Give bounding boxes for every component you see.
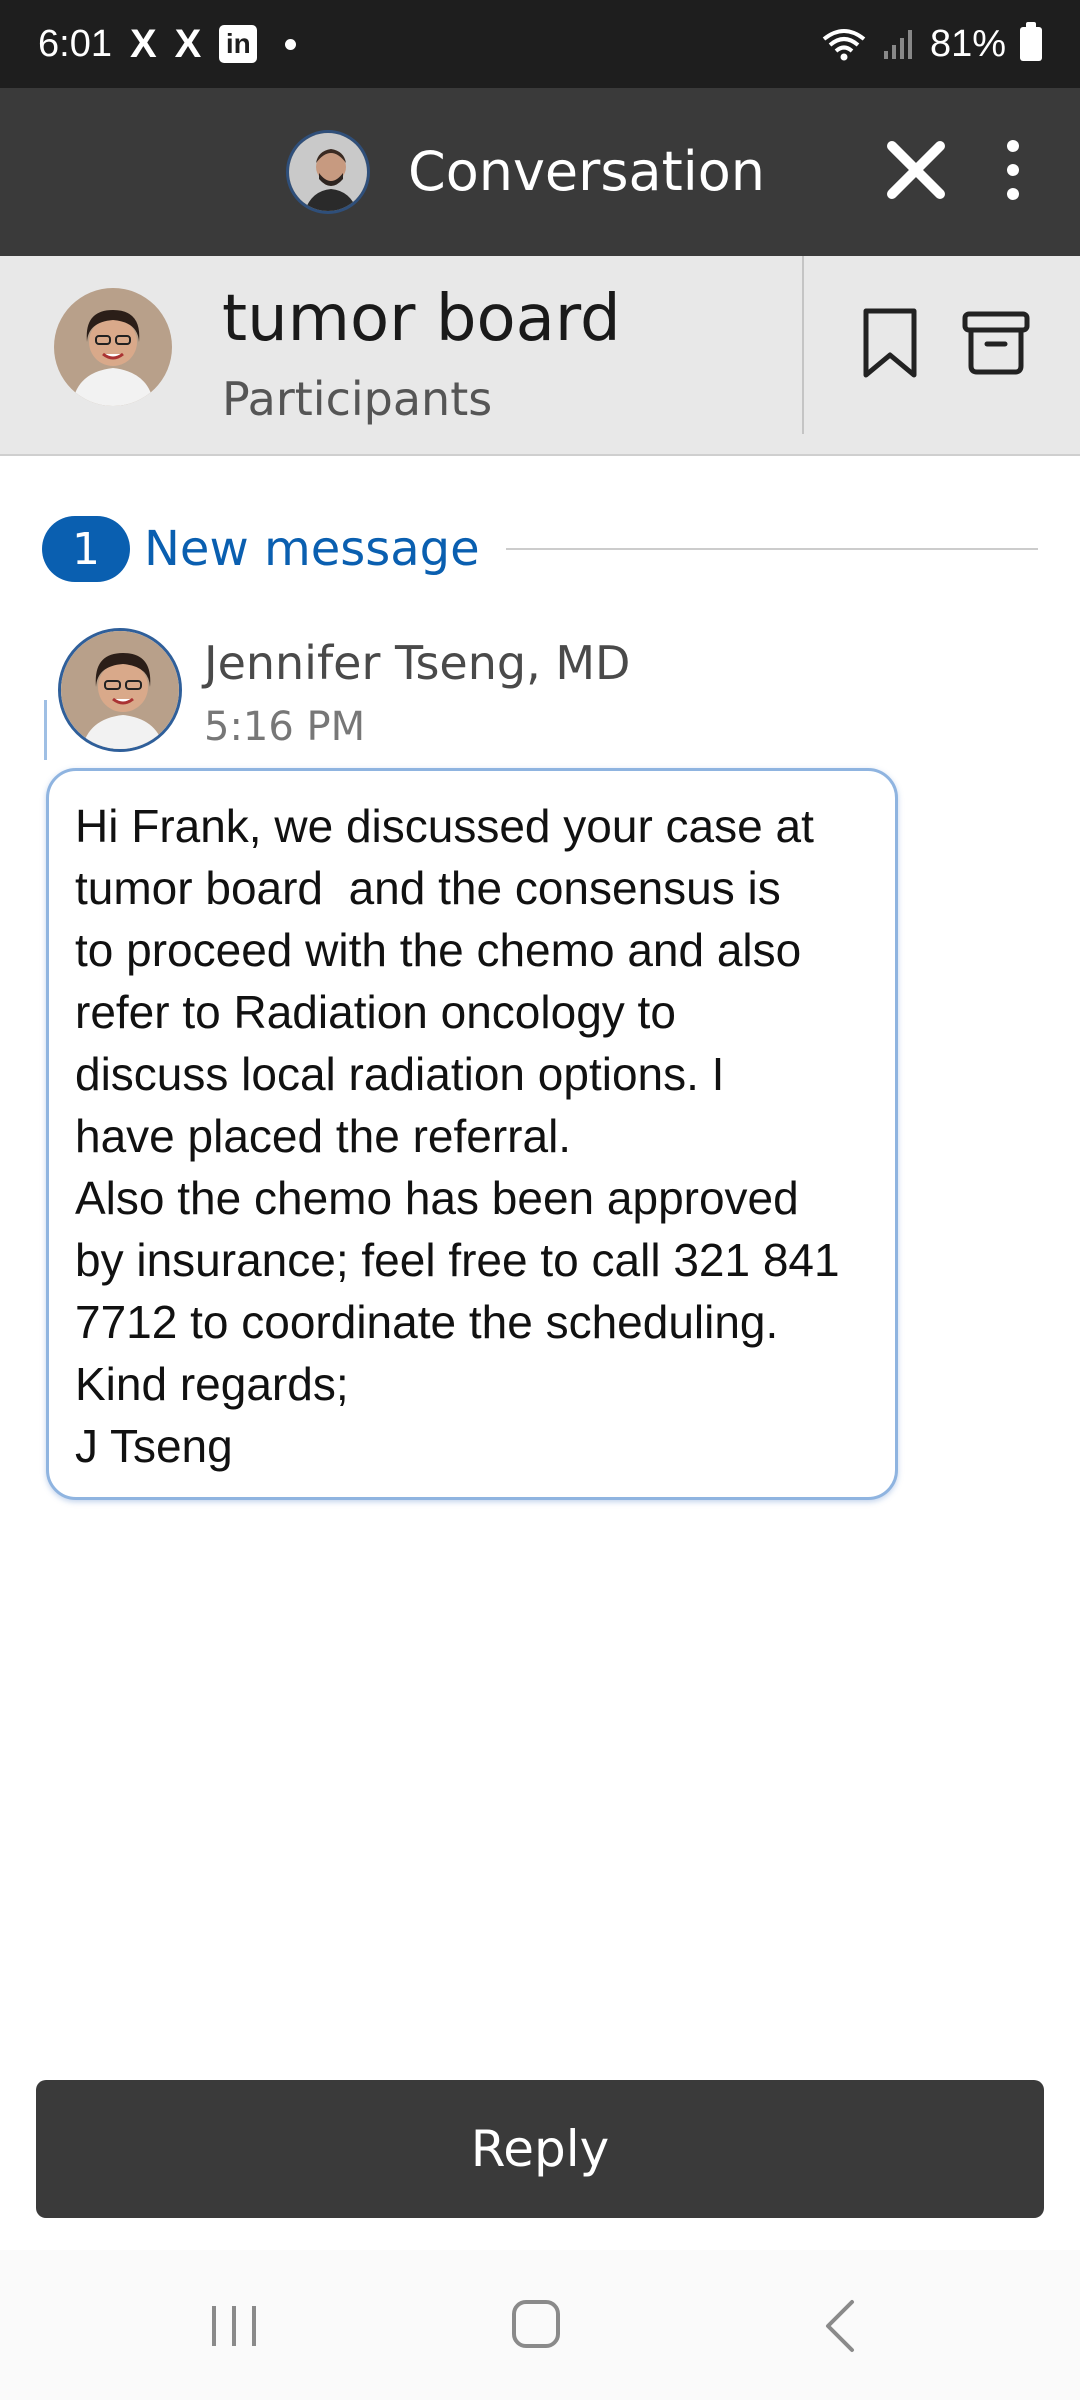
more-notifications-dot-icon bbox=[285, 38, 297, 50]
signal-icon bbox=[883, 30, 912, 59]
message-line: Also the chemo has been approved bbox=[75, 1172, 799, 1224]
status-left: 6:01 X X in bbox=[38, 22, 297, 66]
more-options-button[interactable] bbox=[990, 132, 1036, 208]
message-line: J Tseng bbox=[75, 1420, 233, 1472]
sender-avatar[interactable] bbox=[58, 628, 182, 752]
system-nav-bar bbox=[0, 2250, 1080, 2400]
status-right: 81% bbox=[820, 22, 1042, 66]
close-button[interactable] bbox=[878, 132, 954, 208]
user-avatar[interactable] bbox=[286, 130, 370, 214]
new-message-label: New message bbox=[144, 521, 480, 577]
home-icon[interactable] bbox=[510, 2298, 562, 2350]
archive-icon bbox=[962, 311, 1030, 375]
divider-line bbox=[505, 548, 1038, 550]
group-avatar[interactable] bbox=[54, 288, 172, 406]
more-dot bbox=[1007, 188, 1019, 200]
reply-button[interactable]: Reply bbox=[36, 2080, 1044, 2218]
participants-link[interactable]: Participants bbox=[222, 372, 492, 426]
linkedin-notification-icon: in bbox=[219, 25, 258, 63]
message-line: Hi Frank, we discussed your case at bbox=[75, 800, 814, 852]
bubble-tail bbox=[44, 700, 50, 760]
recent-apps-icon[interactable] bbox=[206, 2302, 262, 2350]
close-icon bbox=[887, 141, 945, 199]
back-icon[interactable] bbox=[820, 2298, 860, 2354]
wifi-icon bbox=[822, 29, 866, 61]
app-bar: Conversation bbox=[0, 88, 1080, 256]
message-line: have placed the referral. bbox=[75, 1110, 572, 1162]
new-message-count-badge: 1 bbox=[42, 516, 130, 582]
more-dot bbox=[1007, 140, 1019, 152]
header-divider bbox=[802, 256, 804, 434]
conversation-header: tumor board Participants bbox=[0, 256, 1080, 456]
message-line: refer to Radiation oncology to bbox=[75, 986, 676, 1038]
status-time: 6:01 bbox=[38, 22, 112, 65]
message-line: Kind regards; bbox=[75, 1358, 349, 1410]
message-line: tumor board and the consensus is bbox=[75, 862, 781, 914]
sender-name[interactable]: Jennifer Tseng, MD bbox=[204, 636, 630, 690]
battery-percent: 81% bbox=[929, 22, 1006, 65]
message-bubble: Hi Frank, we discussed your case at tumo… bbox=[46, 768, 898, 1500]
message-line: discuss local radiation options. I bbox=[75, 1048, 725, 1100]
x-notification-icon: X bbox=[129, 22, 157, 66]
bookmark-icon bbox=[863, 308, 917, 378]
message-line: by insurance; feel free to call 321 841 bbox=[75, 1234, 840, 1286]
x-notification-icon: X bbox=[174, 22, 202, 66]
conversation-title: tumor board bbox=[222, 282, 621, 356]
message-timestamp: 5:16 PM bbox=[204, 704, 366, 750]
archive-button[interactable] bbox=[956, 298, 1036, 388]
page-title: Conversation bbox=[408, 140, 766, 203]
more-dot bbox=[1007, 164, 1019, 176]
new-message-divider: 1 New message bbox=[42, 514, 1038, 584]
bookmark-button[interactable] bbox=[852, 298, 928, 388]
message-line: 7712 to coordinate the scheduling. bbox=[75, 1296, 779, 1348]
battery-icon bbox=[1020, 22, 1042, 61]
message-line: to proceed with the chemo and also bbox=[75, 924, 802, 976]
status-bar: 6:01 X X in 81% bbox=[0, 0, 1080, 88]
